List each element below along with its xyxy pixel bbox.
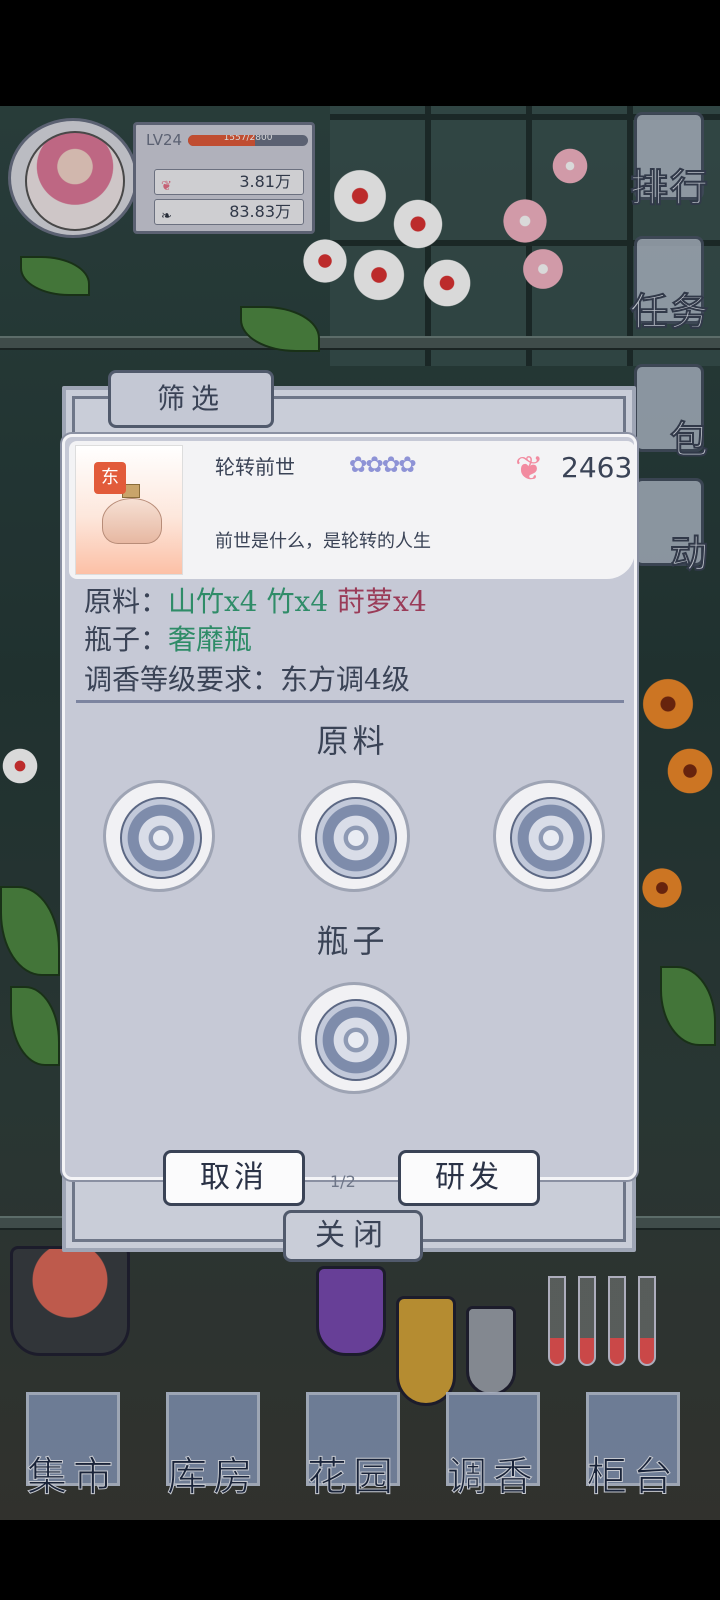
- ingredient-item: 山竹x4: [168, 585, 258, 618]
- bottle-value: 奢靡瓶: [168, 623, 253, 656]
- perfume-bottle-icon: [102, 498, 162, 544]
- materials-section-title: 原料: [316, 722, 389, 760]
- system-bar-area: [0, 1520, 720, 1600]
- bottle-label: 瓶子：: [84, 623, 169, 656]
- divider: [76, 700, 624, 703]
- cancel-button[interactable]: 取消: [163, 1150, 305, 1206]
- petal-price-icon: ❦: [515, 449, 544, 489]
- page-indicator: 1/2: [330, 1172, 356, 1191]
- ingredient-item: 竹x4: [266, 585, 329, 618]
- filter-tab[interactable]: 筛选: [108, 370, 274, 428]
- bottle-slot[interactable]: [298, 982, 410, 1094]
- level-requirement: 调香等级要求：东方调4级: [84, 663, 410, 696]
- develop-button[interactable]: 研发: [398, 1150, 540, 1206]
- material-slot[interactable]: [103, 780, 215, 892]
- product-price: 2463: [561, 451, 633, 484]
- product-description: 前世是什么，是轮转的人生: [215, 531, 431, 552]
- ingredients-label: 原料：: [84, 585, 169, 618]
- category-tag: 东: [94, 462, 126, 494]
- product-name: 轮转前世: [215, 455, 295, 479]
- product-header: 东 轮转前世 ✿✿✿✿ ❦ 2463 前世是什么，是轮转的人生: [69, 441, 635, 579]
- ingredients-line: 原料：山竹x4 竹x4 莳萝x4: [84, 580, 427, 620]
- rarity-flowers: ✿✿✿✿: [349, 453, 417, 478]
- ingredient-item: 莳萝x4: [337, 585, 427, 618]
- material-slot[interactable]: [298, 780, 410, 892]
- bottle-section-title: 瓶子: [316, 922, 389, 960]
- bottle-line: 瓶子：奢靡瓶: [84, 618, 252, 658]
- perfume-thumbnail: 东: [75, 445, 183, 575]
- close-button[interactable]: 关闭: [283, 1210, 423, 1262]
- material-slot[interactable]: [493, 780, 605, 892]
